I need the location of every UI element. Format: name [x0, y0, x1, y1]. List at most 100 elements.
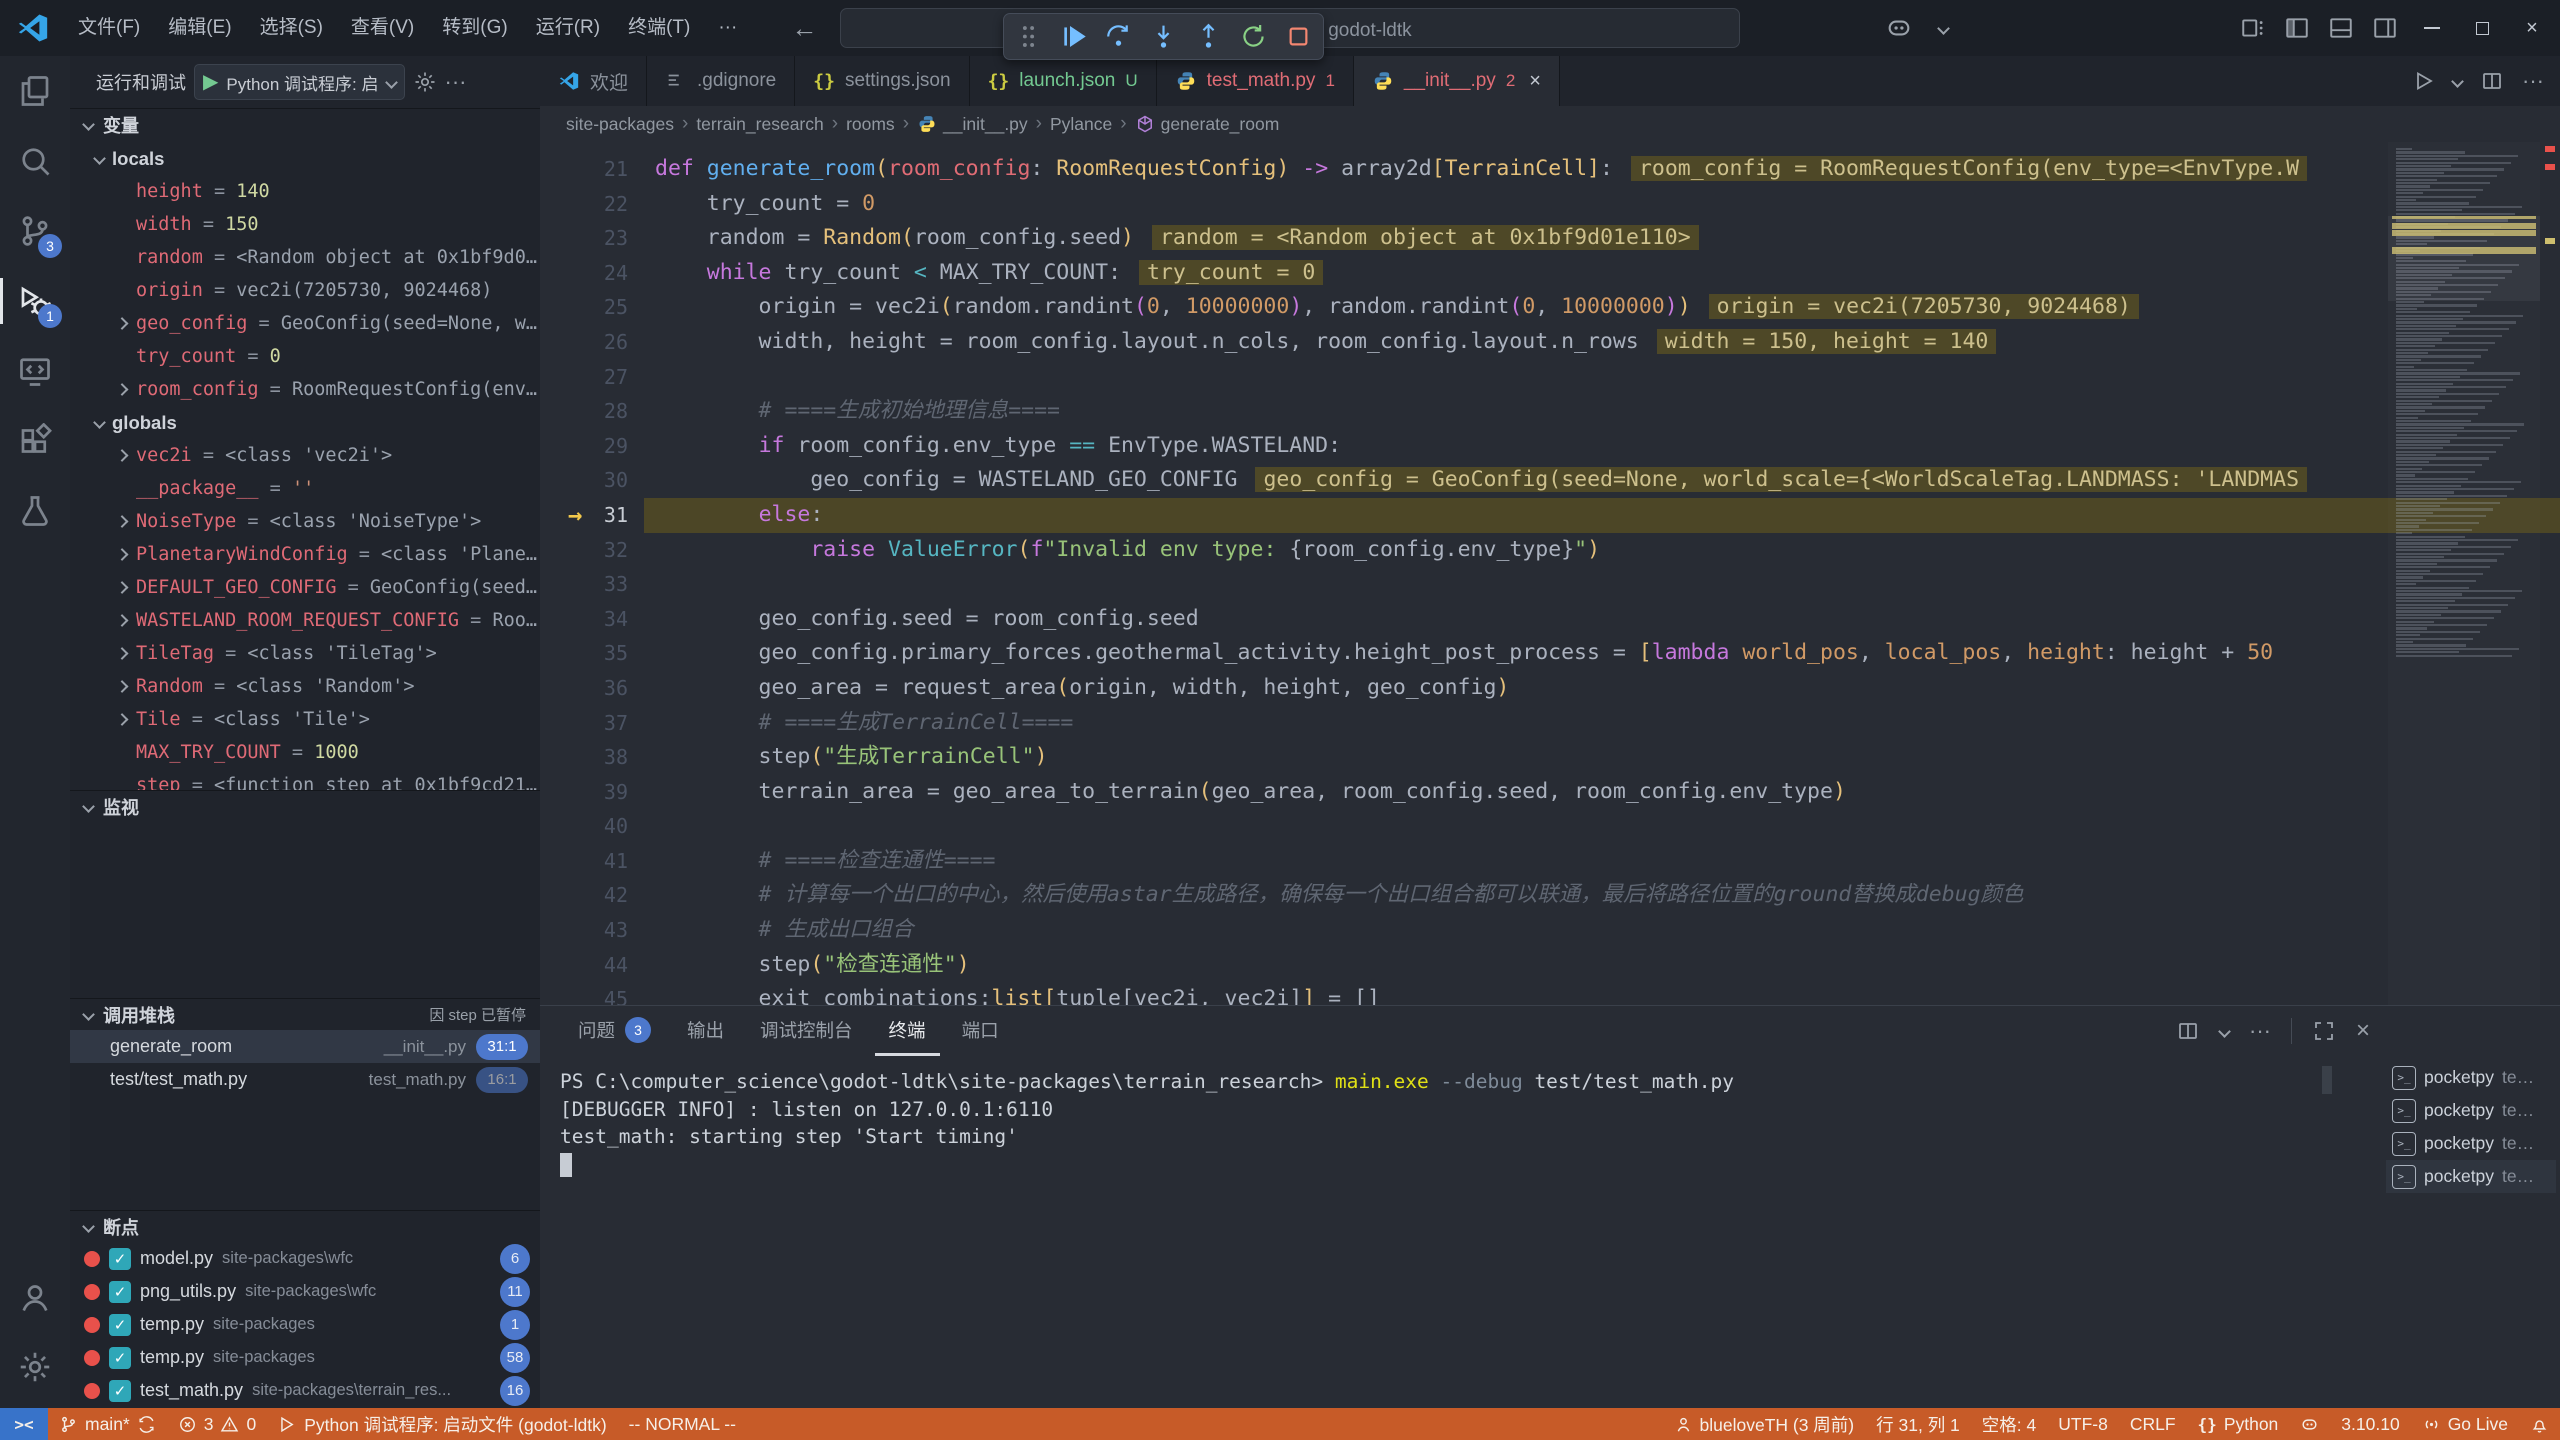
variable-row[interactable]: try_count = 0: [70, 340, 540, 373]
status-python-version[interactable]: 3.10.10: [2330, 1408, 2410, 1440]
breadcrumb-item[interactable]: terrain_research: [696, 114, 823, 135]
tab-settings.json[interactable]: {}settings.json: [795, 56, 969, 106]
code-line[interactable]: 27: [540, 360, 2560, 395]
menu-item-6[interactable]: 终端(T): [614, 9, 704, 47]
code-line[interactable]: 33: [540, 567, 2560, 602]
line-number[interactable]: 42: [540, 878, 628, 913]
maximize-button[interactable]: [2460, 0, 2504, 56]
code-line[interactable]: 28 # ====生成初始地理信息====: [540, 394, 2560, 429]
code-line[interactable]: 44 step("检查连通性"): [540, 948, 2560, 983]
variable-row[interactable]: PlanetaryWindConfig = <class 'Planeta…: [70, 538, 540, 571]
call-stack-frame[interactable]: generate_room __init__.py 31:1: [70, 1030, 540, 1063]
line-number[interactable]: 35: [540, 636, 628, 671]
variable-row[interactable]: width = 150: [70, 208, 540, 241]
status-notifications[interactable]: [2519, 1408, 2560, 1440]
code-line[interactable]: 43 # 生成出口组合: [540, 913, 2560, 948]
line-number[interactable]: 28: [540, 394, 628, 429]
code-line[interactable]: 30 geo_config = WASTELAND_GEO_CONFIGgeo_…: [540, 463, 2560, 498]
line-number[interactable]: 21: [540, 152, 628, 187]
code-line[interactable]: 41 # ====检查连通性====: [540, 844, 2560, 879]
code-line[interactable]: 25 origin = vec2i(random.randint(0, 1000…: [540, 290, 2560, 325]
menu-item-7[interactable]: ···: [704, 9, 751, 47]
line-number[interactable]: 23: [540, 221, 628, 256]
step-over-button[interactable]: [1104, 22, 1133, 51]
scope-globals[interactable]: globals: [70, 406, 540, 439]
terminal-instance[interactable]: >_ pocketpyte…: [2386, 1160, 2556, 1193]
breadcrumb-item[interactable]: rooms: [846, 114, 895, 135]
activity-run-and-debug[interactable]: 1: [0, 266, 70, 336]
breadcrumb-item[interactable]: site-packages: [566, 114, 674, 135]
breakpoint-row[interactable]: ✓ temp.py site-packages 1: [70, 1308, 540, 1341]
split-terminal-icon[interactable]: [2176, 1019, 2200, 1043]
activity-testing[interactable]: [0, 476, 70, 546]
line-number[interactable]: 37: [540, 706, 628, 741]
status-vim-mode[interactable]: -- NORMAL --: [618, 1408, 747, 1440]
close-panel-icon[interactable]: ×: [2356, 1017, 2370, 1045]
line-number[interactable]: 29: [540, 429, 628, 464]
code-line[interactable]: 39 terrain_area = geo_area_to_terrain(ge…: [540, 775, 2560, 810]
breadcrumb-item[interactable]: __init__.py: [917, 114, 1028, 135]
line-number[interactable]: 39: [540, 775, 628, 810]
line-number[interactable]: 40: [540, 809, 628, 844]
watch-section-header[interactable]: 监视: [70, 790, 540, 822]
panel-tab-输出[interactable]: 输出: [673, 1006, 738, 1056]
chevron-down-icon[interactable]: [1924, 9, 1962, 47]
code-line[interactable]: 24 while try_count < MAX_TRY_COUNT:try_c…: [540, 256, 2560, 291]
line-number[interactable]: 30: [540, 463, 628, 498]
status-remote[interactable]: ><: [0, 1408, 48, 1440]
tab-.gdignore[interactable]: .gdignore: [647, 56, 795, 106]
more-actions-icon[interactable]: ···: [445, 69, 467, 95]
variable-row[interactable]: Tile = <class 'Tile'>: [70, 703, 540, 736]
variable-row[interactable]: origin = vec2i(7205730, 9024468): [70, 274, 540, 307]
status-debug-session[interactable]: Python 调试程序: 启动文件 (godot-ldtk): [267, 1408, 617, 1440]
gear-icon[interactable]: [413, 70, 437, 94]
call-stack-frame[interactable]: test/test_math.py test_math.py 16:1: [70, 1063, 540, 1096]
variable-row[interactable]: MAX_TRY_COUNT = 1000: [70, 736, 540, 769]
code-line[interactable]: 38 step("生成TerrainCell"): [540, 740, 2560, 775]
scope-locals[interactable]: locals: [70, 142, 540, 175]
code-line[interactable]: 37 # ====生成TerrainCell====: [540, 706, 2560, 741]
activity-accounts[interactable]: [0, 1262, 70, 1332]
menu-item-4[interactable]: 转到(G): [428, 9, 521, 47]
status-go-live[interactable]: Go Live: [2411, 1408, 2519, 1440]
activity-explorer[interactable]: [0, 56, 70, 126]
code-line[interactable]: 35 geo_config.primary_forces.geothermal_…: [540, 636, 2560, 671]
activity-remote-explorer[interactable]: [0, 336, 70, 406]
activity-extensions[interactable]: [0, 406, 70, 476]
status-cursor-position[interactable]: 行 31, 列 1: [1865, 1408, 1971, 1440]
chevron-down-icon[interactable]: [2218, 1025, 2231, 1038]
line-number[interactable]: 27: [540, 360, 628, 395]
breadcrumb-item[interactable]: Pylance: [1050, 114, 1112, 135]
variable-row[interactable]: room_config = RoomRequestConfig(env_t…: [70, 373, 540, 406]
line-number[interactable]: 22: [540, 187, 628, 222]
breadcrumb-item[interactable]: generate_room: [1135, 114, 1280, 135]
status-git-branch[interactable]: main*: [48, 1408, 167, 1440]
variables-section-header[interactable]: 变量: [70, 108, 540, 140]
tab-__init__.py[interactable]: __init__.py 2 ×: [1354, 56, 1560, 106]
activity-search[interactable]: [0, 126, 70, 196]
code-line[interactable]: 34 geo_config.seed = room_config.seed: [540, 602, 2560, 637]
panel-tab-端口[interactable]: 端口: [948, 1006, 1013, 1056]
variable-row[interactable]: TileTag = <class 'TileTag'>: [70, 637, 540, 670]
terminal-instance[interactable]: >_ pocketpyte…: [2386, 1061, 2556, 1094]
code-line[interactable]: 45 exit_combinations:list[tuple[vec2i, v…: [540, 982, 2560, 1005]
code-line[interactable]: 42 # 计算每一个出口的中心，然后使用astar生成路径，确保每一个出口组合都…: [540, 878, 2560, 913]
breakpoint-row[interactable]: ✓ temp.py site-packages 58: [70, 1341, 540, 1374]
code-line[interactable]: →31 else:: [540, 498, 2560, 533]
code-line[interactable]: 26 width, height = room_config.layout.n_…: [540, 325, 2560, 360]
breakpoint-row[interactable]: ✓ png_utils.py site-packages\wfc 11: [70, 1275, 540, 1308]
breakpoint-checkbox[interactable]: ✓: [109, 1314, 131, 1336]
code-line[interactable]: 36 geo_area = request_area(origin, width…: [540, 671, 2560, 706]
breakpoints-section-header[interactable]: 断点: [70, 1210, 540, 1242]
split-editor-icon[interactable]: [2480, 69, 2504, 93]
minimap[interactable]: [2388, 142, 2540, 1005]
step-out-button[interactable]: [1194, 22, 1223, 51]
code-line[interactable]: 21def generate_room(room_config: RoomReq…: [540, 152, 2560, 187]
variable-row[interactable]: __package__ = '': [70, 472, 540, 505]
variable-row[interactable]: geo_config = GeoConfig(seed=None, wor…: [70, 307, 540, 340]
toggle-primary-sidebar-icon[interactable]: [2278, 9, 2316, 47]
chevron-down-icon[interactable]: [2451, 75, 2464, 88]
line-number[interactable]: 38: [540, 740, 628, 775]
code-line[interactable]: 32 raise ValueError(f"Invalid env type: …: [540, 533, 2560, 568]
status-problems[interactable]: 30: [167, 1408, 267, 1440]
